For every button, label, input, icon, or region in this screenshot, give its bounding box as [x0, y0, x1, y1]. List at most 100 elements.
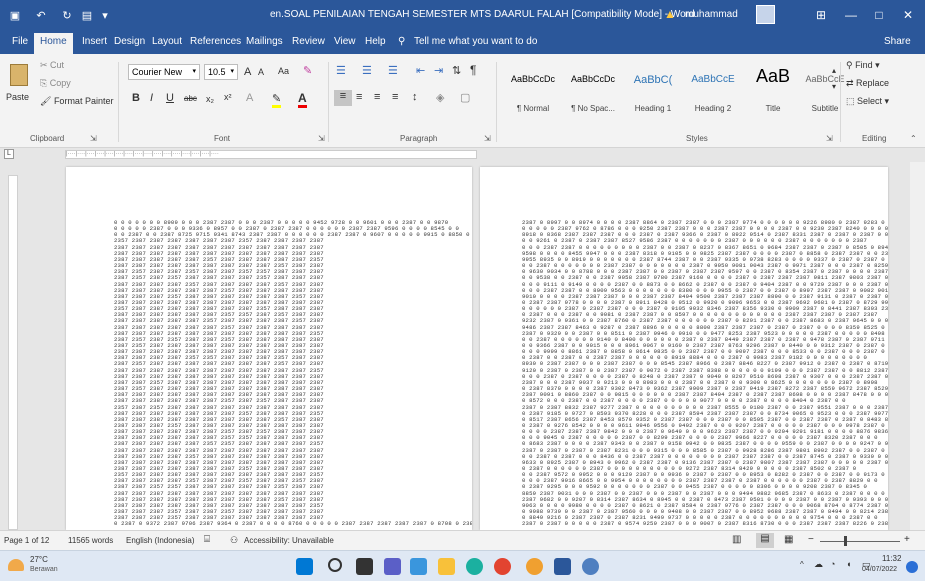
superscript-icon[interactable]: x²	[224, 92, 232, 102]
borders-icon[interactable]: ▢	[460, 91, 470, 104]
temperature[interactable]: 27°C	[30, 555, 48, 564]
style-normal[interactable]: AaBbCcDc ¶ Normal	[502, 62, 564, 122]
underline-icon[interactable]: U	[166, 92, 174, 104]
replace-button[interactable]: ⇄ Replace	[846, 78, 889, 89]
vertical-scrollbar[interactable]	[910, 162, 925, 530]
undo-icon[interactable]: ↶	[34, 8, 48, 22]
highlight-icon[interactable]: ✎	[272, 92, 282, 108]
word-count[interactable]: 11565 words	[68, 536, 113, 545]
language-indicator[interactable]: English (Indonesia)	[126, 536, 194, 545]
edge-icon[interactable]	[466, 558, 483, 575]
shading-icon[interactable]: ◈	[436, 91, 444, 104]
tab-view[interactable]: View	[334, 36, 356, 47]
styles-scroll-down-icon[interactable]: ▾	[832, 82, 836, 91]
app-icon-2[interactable]	[582, 558, 599, 575]
tab-mailings[interactable]: Mailings	[246, 36, 283, 47]
tab-review[interactable]: Review	[292, 36, 325, 47]
app-icon[interactable]	[526, 558, 543, 575]
italic-icon[interactable]: I	[150, 92, 153, 104]
show-hidden-icons-icon[interactable]: ^	[800, 560, 804, 569]
collapse-ribbon-icon[interactable]: ⌃	[910, 134, 917, 143]
save-icon[interactable]: ▣	[8, 8, 22, 22]
tab-layout[interactable]: Layout	[152, 36, 182, 47]
copy-button[interactable]: ⎘ Copy	[40, 78, 71, 89]
change-case-icon[interactable]: Aa	[278, 66, 289, 76]
weather-status[interactable]: Berawan	[30, 566, 58, 573]
volume-icon[interactable]: ◖	[846, 559, 851, 569]
zoom-out-icon[interactable]: −	[808, 534, 814, 545]
ribbon-display-options-icon[interactable]: ⊞	[810, 4, 832, 26]
wifi-icon[interactable]: ◔	[830, 559, 835, 569]
clock-time[interactable]: 11:32	[882, 554, 901, 563]
align-center-icon[interactable]: ≡	[356, 91, 362, 103]
increase-indent-icon[interactable]: ⇥	[434, 64, 443, 77]
clock-date[interactable]: 04/07/2022	[862, 566, 897, 573]
style-heading-1[interactable]: AaBbC( Heading 1	[622, 62, 684, 122]
numbering-icon[interactable]: ☰	[362, 64, 372, 77]
tab-design[interactable]: Design	[114, 36, 145, 47]
search-icon[interactable]	[328, 558, 342, 572]
find-button[interactable]: ⚲ Find ▾	[846, 60, 880, 71]
chrome-icon[interactable]	[494, 558, 511, 575]
document-page[interactable]: 2387 0 8997 0 0 8974 0 0 0 0 2387 8864 0…	[480, 167, 888, 530]
tab-help[interactable]: Help	[365, 36, 386, 47]
align-right-icon[interactable]: ≡	[374, 91, 380, 103]
accessibility-status[interactable]: Accessibility: Unavailable	[244, 536, 334, 545]
tab-file[interactable]: File	[12, 36, 28, 47]
cloud-icon[interactable]: ☁	[814, 559, 823, 570]
styles-scroll-up-icon[interactable]: ▴	[832, 66, 836, 75]
multilevel-list-icon[interactable]: ☰	[388, 64, 398, 77]
bold-icon[interactable]: B	[132, 92, 140, 104]
file-explorer-icon[interactable]	[438, 558, 455, 575]
macro-icon[interactable]: ⌸	[204, 534, 210, 545]
decrease-indent-icon[interactable]: ⇤	[416, 64, 425, 77]
tell-me-search[interactable]: Tell me what you want to do	[414, 36, 537, 47]
weather-icon[interactable]	[8, 559, 24, 571]
start-icon[interactable]	[296, 558, 313, 575]
justify-icon[interactable]: ≡	[392, 91, 398, 103]
zoom-slider-thumb[interactable]	[844, 536, 847, 546]
teams-icon[interactable]	[384, 558, 401, 575]
page-count[interactable]: Page 1 of 12	[4, 536, 49, 545]
redo-icon[interactable]: ↻	[60, 8, 74, 22]
bullets-icon[interactable]: ☰	[336, 64, 346, 77]
widgets-icon[interactable]	[410, 558, 427, 575]
user-name[interactable]: muhammad	[685, 9, 738, 20]
style-subtitle[interactable]: AaBbCcE Subtitle	[794, 62, 856, 122]
print-layout-icon[interactable]: ▤	[756, 533, 774, 548]
strikethrough-icon[interactable]: abc	[184, 94, 197, 103]
style-heading-2[interactable]: AaBbCcE Heading 2	[682, 62, 744, 122]
minimize-button[interactable]: —	[840, 4, 862, 26]
tab-references[interactable]: References	[190, 36, 241, 47]
tab-insert[interactable]: Insert	[82, 36, 107, 47]
ruler-scale[interactable]: |····|····|····|····|····|····|····|····…	[65, 150, 477, 159]
word-icon[interactable]	[554, 558, 571, 575]
styles-launcher-icon[interactable]: ⇲	[826, 134, 833, 143]
share-button[interactable]: Share	[884, 36, 911, 47]
task-view-icon[interactable]	[356, 558, 373, 575]
tab-home[interactable]: Home	[34, 33, 73, 54]
align-left-icon[interactable]: ≡	[334, 90, 352, 106]
zoom-in-icon[interactable]: +	[904, 534, 910, 545]
notification-icon[interactable]	[906, 561, 918, 573]
text-effects-icon[interactable]: A	[246, 92, 253, 104]
avatar[interactable]	[756, 5, 775, 24]
clipboard-launcher-icon[interactable]: ⇲	[90, 134, 97, 143]
paragraph-launcher-icon[interactable]: ⇲	[484, 134, 491, 143]
select-button[interactable]: ⬚ Select ▾	[846, 96, 889, 107]
close-button[interactable]: ✕	[897, 4, 919, 26]
maximize-button[interactable]: □	[868, 4, 890, 26]
document-icon[interactable]: ▤	[80, 8, 94, 22]
document-page[interactable]: 0 0 0 0 0 0 0 8909 0 0 0 2387 2387 0 0 0…	[66, 167, 472, 530]
font-size-select[interactable]: 10.5 ▾	[204, 64, 238, 80]
show-paragraph-marks-icon[interactable]: ¶	[470, 63, 476, 77]
paste-button[interactable]: Paste	[6, 62, 32, 112]
web-layout-icon[interactable]: ▦	[784, 534, 793, 545]
line-spacing-icon[interactable]: ↕	[412, 91, 418, 103]
grow-font-icon[interactable]: A	[244, 66, 251, 78]
font-name-select[interactable]: Courier New ▾	[128, 64, 200, 80]
sort-icon[interactable]: ⇅	[452, 64, 461, 77]
quick-access-dropdown-icon[interactable]: ▾	[98, 8, 112, 22]
tab-selector-icon[interactable]: L	[4, 149, 14, 159]
document-area[interactable]: 0 0 0 0 0 0 0 8909 0 0 0 2387 2387 0 0 0…	[20, 162, 925, 530]
